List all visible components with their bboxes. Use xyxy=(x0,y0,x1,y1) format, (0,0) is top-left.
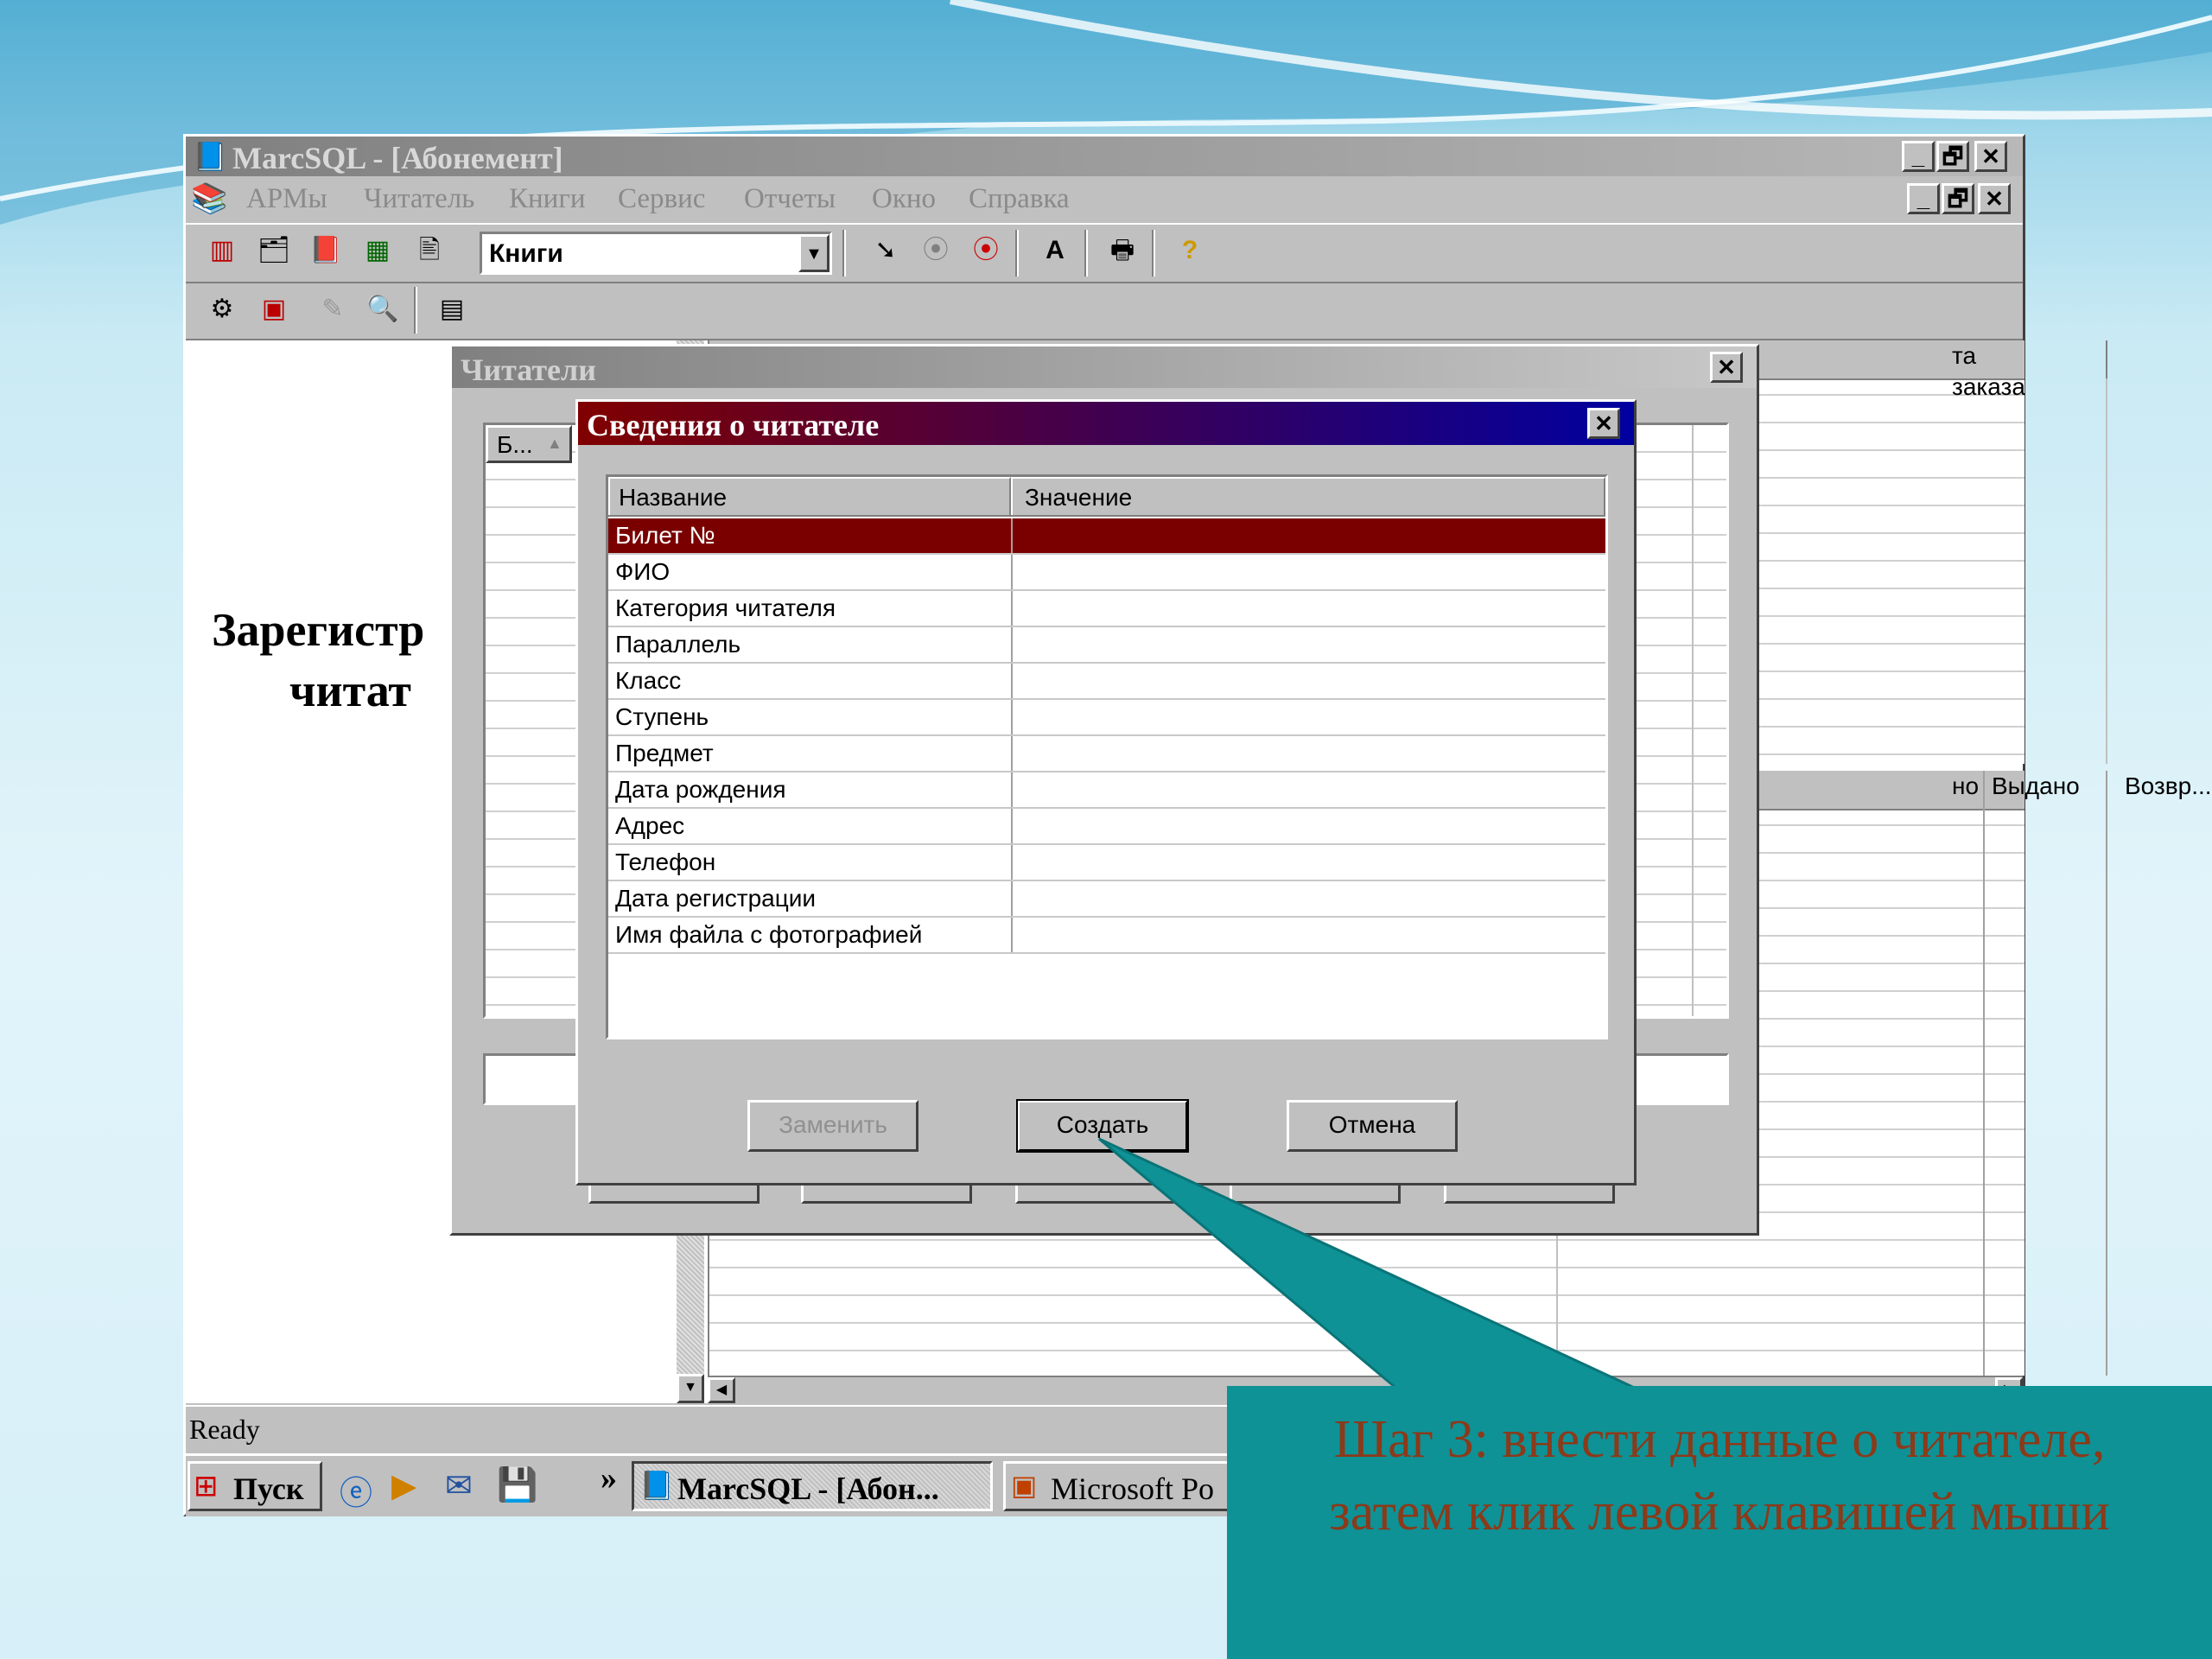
callout-text: Шаг 3: внести данные о читателе, затем к… xyxy=(1329,1410,2110,1541)
callout-box: Шаг 3: внести данные о читателе, затем к… xyxy=(1227,1386,2212,1659)
